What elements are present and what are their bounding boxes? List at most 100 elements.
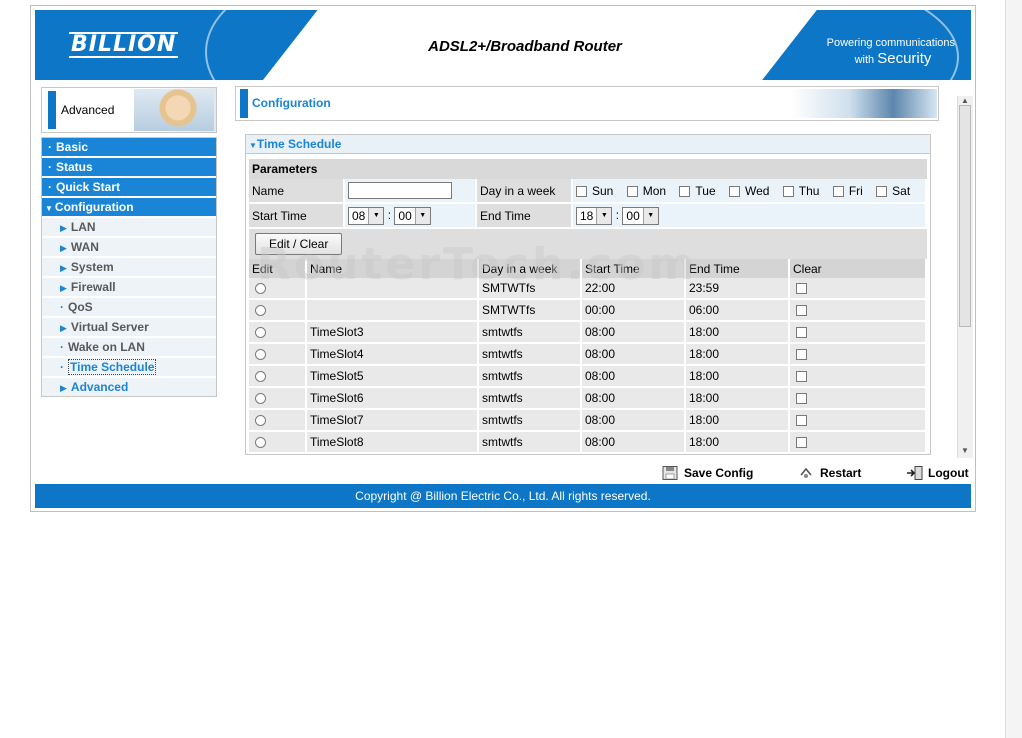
chevron-down-icon: ▼ [414, 207, 430, 224]
content-scrollbar[interactable]: ▲ ▼ [957, 96, 973, 458]
time-separator: : [615, 207, 620, 222]
action-bar: Save Config Restart Logout [31, 461, 975, 485]
edit-clear-button[interactable]: Edit / Clear [255, 233, 343, 255]
edit-radio[interactable] [255, 349, 266, 361]
time-schedule-header[interactable]: ▼Time Schedule [246, 135, 930, 154]
table-row: TimeSlot3 smtwtfs 08:00 18:00 [249, 322, 927, 344]
sidebar-item-wake-on-lan[interactable]: · Wake on LAN [42, 338, 216, 358]
sidebar-item-virtual-server[interactable]: ▶ Virtual Server [42, 318, 216, 338]
end-minute-value: 00 [626, 208, 640, 223]
mode-box: Advanced [41, 87, 217, 133]
clear-checkbox[interactable] [796, 305, 807, 317]
checkbox-mon[interactable] [626, 185, 638, 197]
restart-label: Restart [820, 466, 862, 480]
row-days: smtwtfs [479, 432, 582, 454]
sidebar-section-configuration[interactable]: ▼ Configuration [42, 198, 216, 218]
clear-checkbox[interactable] [796, 283, 807, 295]
sidebar-item-firewall[interactable]: ▶ Firewall [42, 278, 216, 298]
time-schedule-panel: ▼Time Schedule Parameters Name Day in a … [245, 134, 931, 455]
save-config-label: Save Config [684, 466, 754, 480]
clear-checkbox[interactable] [796, 437, 807, 449]
sidebar-item-qos[interactable]: · QoS [42, 298, 216, 318]
row-name: TimeSlot8 [307, 432, 479, 454]
start-minute-select[interactable]: 00 ▼ [394, 206, 431, 225]
end-hour-value: 18 [580, 208, 594, 223]
chevron-down-icon: ▼ [642, 207, 658, 224]
row-start: 08:00 [582, 410, 686, 432]
sidebar-item-system[interactable]: ▶ System [42, 258, 216, 278]
start-hour-select[interactable]: 08 ▼ [348, 206, 385, 225]
scroll-thumb[interactable] [959, 105, 971, 327]
name-label: Name [249, 179, 345, 204]
office-banner-image [791, 89, 937, 118]
triangle-right-icon: ▶ [60, 323, 67, 333]
clear-checkbox[interactable] [796, 371, 807, 383]
triangle-right-icon: ▶ [60, 243, 67, 253]
name-input[interactable] [348, 182, 452, 199]
content-scroll-area[interactable]: ▼Time Schedule Parameters Name Day in a … [235, 126, 955, 458]
col-header-clear: Clear [790, 259, 927, 278]
checkbox-fri[interactable] [832, 185, 844, 197]
schedule-table: Edit Name Day in a week Start Time End T… [249, 259, 927, 454]
bullet-icon: · [60, 300, 64, 314]
row-start: 22:00 [582, 278, 686, 300]
table-row: TimeSlot8 smtwtfs 08:00 18:00 [249, 432, 927, 454]
sidebar-section-basic[interactable]: · Basic [42, 138, 216, 158]
sidebar-item-wan[interactable]: ▶ WAN [42, 238, 216, 258]
sidebar-item-lan[interactable]: ▶ LAN [42, 218, 216, 238]
scroll-up-icon[interactable]: ▲ [961, 96, 969, 105]
sidebar-menu: · Basic · Status · Quick Start ▼ Configurati… [41, 137, 217, 397]
days-checkboxes: Sun Mon Tue Wed Thu Fri Sat [573, 179, 927, 204]
restart-icon [798, 466, 814, 480]
logout-button[interactable]: Logout [906, 466, 969, 480]
checkbox-wed[interactable] [728, 185, 740, 197]
checkbox-sat[interactable] [876, 185, 888, 197]
edit-radio[interactable] [255, 305, 266, 317]
support-photo [134, 89, 214, 131]
parameters-table: Parameters Name Day in a week Sun Mon Tu… [249, 159, 927, 259]
sidebar-section-status[interactable]: · Status [42, 158, 216, 178]
sidebar-item-label: System [70, 260, 114, 274]
row-name [307, 300, 479, 322]
sidebar-item-label: LAN [70, 220, 96, 234]
end-hour-select[interactable]: 18 ▼ [576, 206, 613, 225]
restart-button[interactable]: Restart [798, 466, 861, 480]
edit-radio[interactable] [255, 393, 266, 405]
row-days: SMTWTfs [479, 300, 582, 322]
bullet-icon: · [60, 340, 64, 354]
sidebar-section-quick-start[interactable]: · Quick Start [42, 178, 216, 198]
row-end: 18:00 [686, 388, 790, 410]
edit-radio[interactable] [255, 415, 266, 427]
sidebar-section-label: Status [56, 160, 93, 174]
sidebar-item-time-schedule[interactable]: · Time Schedule [42, 358, 216, 378]
row-name: TimeSlot4 [307, 344, 479, 366]
checkbox-sun[interactable] [576, 185, 587, 197]
save-config-button[interactable]: Save Config [662, 466, 753, 480]
edit-radio[interactable] [255, 283, 266, 295]
sidebar-section-label: Basic [56, 140, 89, 154]
scroll-down-icon[interactable]: ▼ [961, 446, 969, 455]
row-start: 08:00 [582, 322, 686, 344]
sidebar-item-advanced[interactable]: ▶ Advanced [42, 378, 216, 396]
edit-radio[interactable] [255, 437, 266, 449]
edit-radio[interactable] [255, 327, 266, 339]
checkbox-tue[interactable] [679, 185, 691, 197]
tagline: Powering communications with Security [827, 36, 955, 68]
clear-checkbox[interactable] [796, 393, 807, 405]
browser-scrollbar[interactable] [1005, 0, 1022, 738]
row-end: 23:59 [686, 278, 790, 300]
triangle-down-icon: ▼ [45, 204, 53, 213]
col-header-name: Name [307, 259, 479, 278]
clear-checkbox[interactable] [796, 415, 807, 427]
checkbox-thu[interactable] [782, 185, 794, 197]
header-banner: BILLION ADSL2+/Broadband Router Powering… [35, 10, 971, 80]
tagline-line1: Powering communications [826, 37, 955, 49]
row-name: TimeSlot3 [307, 322, 479, 344]
triangle-right-icon: ▶ [60, 383, 67, 393]
end-minute-select[interactable]: 00 ▼ [622, 206, 659, 225]
row-end: 18:00 [686, 432, 790, 454]
row-start: 08:00 [582, 366, 686, 388]
clear-checkbox[interactable] [796, 349, 807, 361]
edit-radio[interactable] [255, 371, 266, 383]
clear-checkbox[interactable] [796, 327, 807, 339]
